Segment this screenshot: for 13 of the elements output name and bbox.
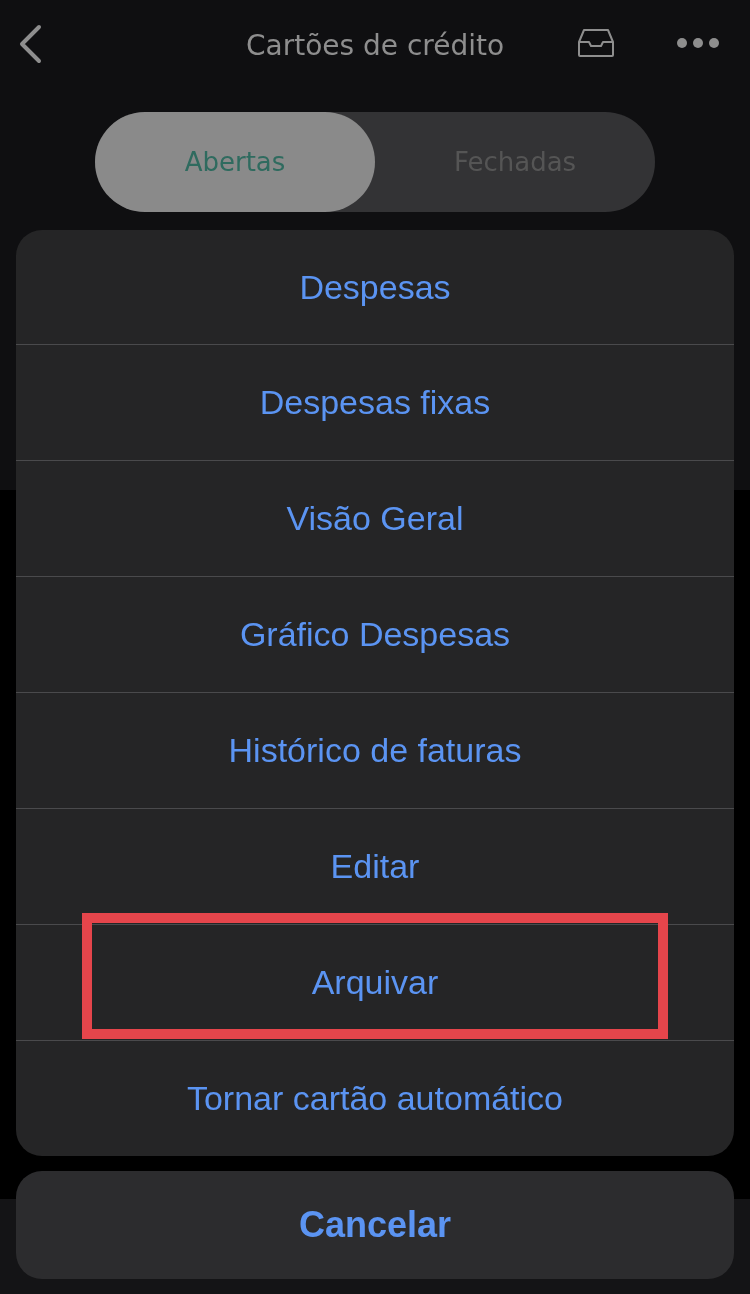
back-icon[interactable] (18, 24, 42, 64)
menu-item[interactable]: Visão Geral (16, 461, 734, 576)
menu-item[interactable]: Histórico de faturas (16, 693, 734, 808)
screen-title: Cartões de crédito (245, 28, 505, 62)
menu-item[interactable]: Arquivar (16, 925, 734, 1040)
more-icon[interactable] (676, 37, 720, 49)
menu-item[interactable]: Gráfico Despesas (16, 577, 734, 692)
menu-item[interactable]: Despesas fixas (16, 345, 734, 460)
menu-item[interactable]: Editar (16, 809, 734, 924)
cancel-button[interactable]: Cancelar (16, 1171, 734, 1279)
menu-item[interactable]: Despesas (16, 230, 734, 344)
menu-item[interactable]: Tornar cartão automático (16, 1041, 734, 1156)
inbox-icon[interactable] (577, 28, 615, 58)
